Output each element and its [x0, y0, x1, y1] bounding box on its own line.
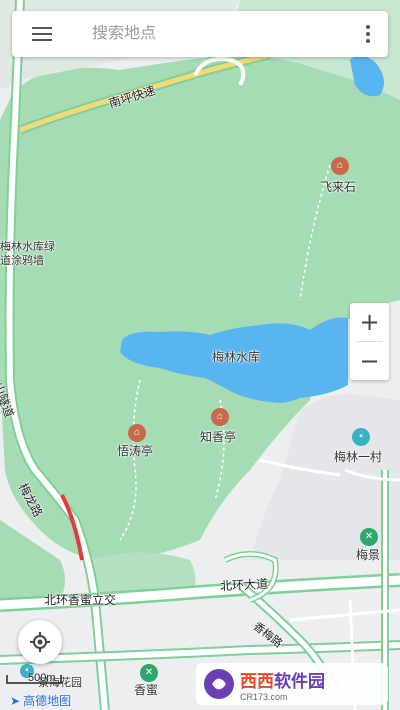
locate-button[interactable]: [18, 620, 62, 664]
more-vertical-icon: [366, 25, 370, 29]
poi-meilin-reservoir[interactable]: 梅林水库: [212, 350, 260, 366]
poi-feilaishi[interactable]: 飞来石: [320, 180, 356, 196]
road-label-huanxiang: 北环香蜜立交: [44, 593, 117, 607]
poi-wutao-pavilion[interactable]: 悟涛亭: [117, 444, 153, 460]
scenic-spot-icon[interactable]: ⌂: [331, 157, 349, 175]
watermark-url: CR173.com: [240, 691, 288, 702]
metro-station-icon[interactable]: ✕: [140, 664, 158, 682]
zoom-in-button[interactable]: +: [350, 303, 389, 341]
poi-graffiti-wall-label: 梅林水库绿道涂鸦墙: [0, 241, 55, 268]
menu-button[interactable]: [12, 11, 72, 57]
metro-station-icon[interactable]: ✕: [360, 528, 378, 546]
search-bar: [12, 11, 388, 57]
menu-icon: [32, 27, 52, 41]
search-input[interactable]: [72, 25, 348, 43]
road-label-beihuan: 北环大道: [219, 576, 269, 594]
poi-graffiti-wall[interactable]: 梅林水库绿道涂鸦墙: [0, 240, 62, 269]
zoom-controls: + −: [350, 303, 389, 380]
poi-meijing[interactable]: 梅景: [356, 548, 380, 564]
watermark-name: 西西: [240, 671, 274, 691]
scenic-spot-icon[interactable]: ⌂: [211, 408, 229, 426]
residential-icon[interactable]: ▪: [352, 428, 370, 446]
more-options-button[interactable]: [348, 11, 388, 57]
locate-icon: [30, 632, 50, 652]
watermark-sub-name: 软件园: [274, 671, 325, 691]
navigation-arrow-icon: ➤: [10, 693, 21, 708]
poi-xiangmi[interactable]: 香蜜: [134, 683, 158, 699]
scenic-spot-icon[interactable]: ⌂: [128, 424, 146, 442]
watermark: 西西软件园 CR173.com: [196, 663, 388, 705]
scale-label: 500m: [28, 672, 56, 684]
brand-label: 高德地图: [23, 694, 72, 708]
poi-zhixiang-pavilion[interactable]: 知香亭: [200, 430, 236, 446]
amap-brand: ➤ 高德地图: [10, 692, 71, 709]
zoom-out-button[interactable]: −: [350, 342, 389, 380]
watermark-text: 西西软件园 CR173.com: [240, 667, 325, 702]
watermark-logo-icon: [204, 669, 234, 699]
poi-meilin-village[interactable]: 梅林一村: [334, 450, 382, 466]
